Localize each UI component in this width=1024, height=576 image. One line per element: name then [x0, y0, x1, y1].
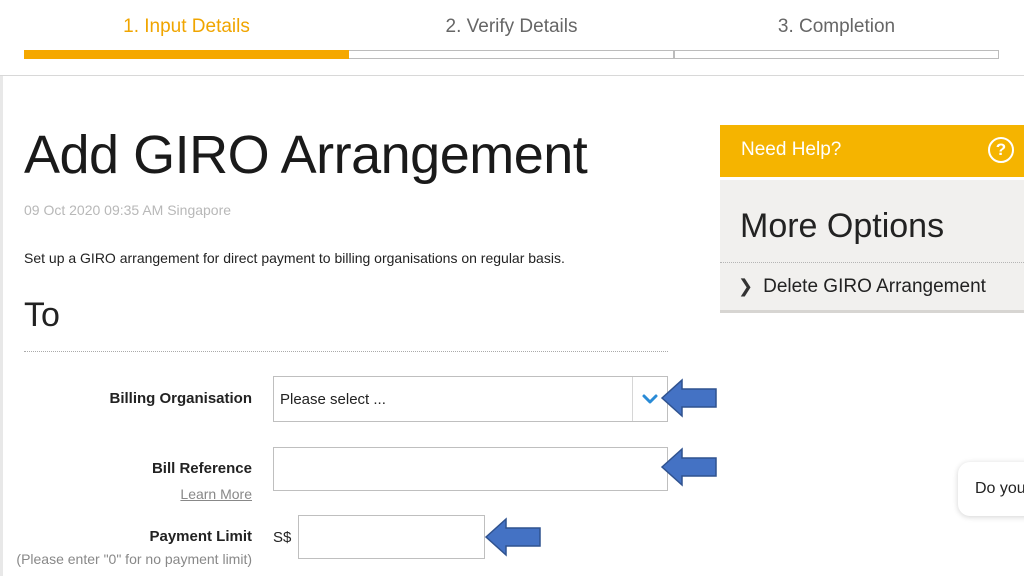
need-help-bar[interactable]: Need Help? ? [720, 125, 1024, 177]
billing-organisation-value: Please select ... [280, 391, 386, 408]
payment-limit-hint: (Please enter "0" for no payment limit) [16, 551, 252, 567]
more-options-panel: More Options ❯ Delete GIRO Arrangement [720, 180, 1024, 313]
caret-right-icon: ❯ [738, 276, 754, 296]
payment-limit-input[interactable] [298, 515, 485, 559]
chat-prompt-text: Do you [975, 480, 1024, 497]
select-separator [632, 377, 633, 421]
bill-reference-label: Bill Reference [151, 460, 252, 477]
step-completion: 3. Completion [777, 16, 896, 37]
delete-giro-label: Delete GIRO Arrangement [763, 276, 986, 297]
step-track-verify [349, 50, 674, 59]
learn-more-link[interactable]: Learn More [150, 486, 252, 502]
timestamp: 09 Oct 2020 09:35 AM Singapore [24, 202, 232, 218]
more-options-title: More Options [740, 207, 945, 245]
left-edge-divider [0, 76, 3, 576]
step-input-details: 1. Input Details [123, 16, 250, 37]
arrow-left-icon [484, 517, 541, 557]
progress-stepper: 1. Input Details 2. Verify Details 3. Co… [0, 0, 1024, 76]
billing-organisation-label: Billing Organisation [109, 390, 252, 407]
options-divider [720, 262, 1024, 263]
step-verify-details: 2. Verify Details [445, 16, 578, 37]
step-track-completion [674, 50, 999, 59]
section-title-to: To [24, 296, 60, 334]
billing-organisation-select[interactable]: Please select ... [273, 376, 668, 422]
bill-reference-input[interactable] [273, 447, 668, 491]
currency-label: S$ [273, 529, 292, 546]
step-track-input [24, 50, 349, 59]
page-title: Add GIRO Arrangement [24, 125, 588, 185]
chat-prompt-bubble[interactable]: Do you [958, 462, 1024, 516]
help-icon[interactable]: ? [988, 137, 1014, 163]
delete-giro-link[interactable]: ❯ Delete GIRO Arrangement [738, 276, 986, 298]
need-help-label: Need Help? [741, 139, 842, 160]
intro-text: Set up a GIRO arrangement for direct pay… [24, 250, 565, 266]
payment-limit-label: Payment Limit [149, 528, 252, 545]
arrow-left-icon [660, 447, 717, 487]
section-divider [24, 351, 668, 352]
arrow-left-icon [660, 378, 717, 418]
chevron-down-icon[interactable] [640, 390, 660, 408]
